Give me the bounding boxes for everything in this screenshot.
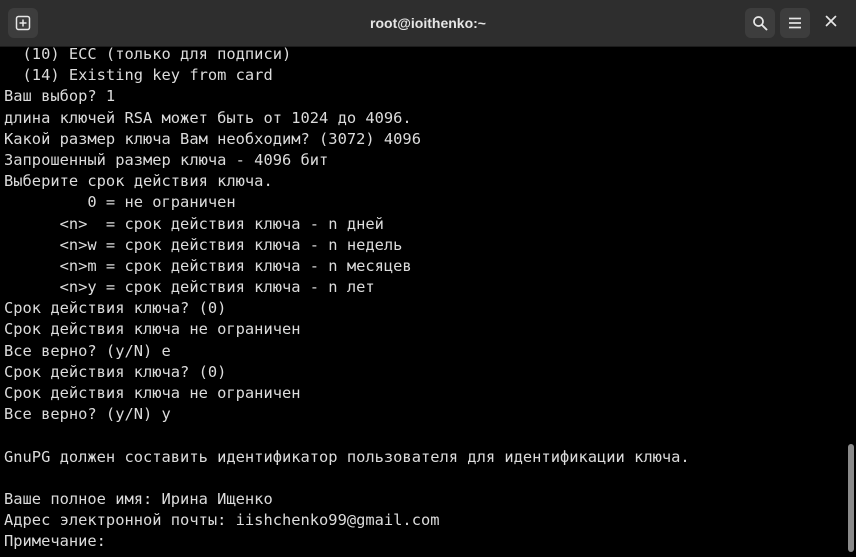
terminal-line: GnuPG должен составить идентификатор пол… xyxy=(4,447,690,466)
terminal-window: root@ioithenko:~ (10) ECC (только для по… xyxy=(0,0,856,557)
close-button[interactable] xyxy=(820,12,842,34)
terminal-line: Срок действия ключа не ограничен xyxy=(4,384,301,402)
terminal-output[interactable]: (10) ECC (только для подписи) (14) Exist… xyxy=(4,44,840,557)
terminal-line: (14) Existing key from card xyxy=(4,66,273,85)
terminal-line: Срок действия ключа? (0) xyxy=(4,362,227,381)
terminal-line: Ваше полное имя: Ирина Ищенко xyxy=(4,489,273,508)
terminal-line: Выберите срок действия ключа. xyxy=(4,172,273,191)
window-title: root@ioithenko:~ xyxy=(370,15,486,31)
scrollbar[interactable] xyxy=(846,46,856,557)
menu-button[interactable] xyxy=(780,8,810,38)
terminal-line: Запрошенный размер ключа - 4096 бит xyxy=(4,150,329,169)
terminal-line: 0 = не ограничен xyxy=(4,193,236,212)
terminal-line: Какой размер ключа Вам необходим? (3072)… xyxy=(4,129,421,148)
terminal-line: длина ключей RSA может быть от 1024 до 4… xyxy=(4,108,412,127)
terminal-line: Срок действия ключа не ограничен xyxy=(4,320,301,339)
terminal-line: <n>w = срок действия ключа - n недель xyxy=(4,235,403,254)
terminal-line: (10) ECC (только для подписи) xyxy=(4,45,292,63)
search-button[interactable] xyxy=(745,8,775,38)
terminal-line: Адрес электронной почты: iishchenko99@gm… xyxy=(4,511,440,530)
title-bar[interactable]: root@ioithenko:~ xyxy=(0,0,856,47)
close-icon xyxy=(825,14,837,32)
search-icon xyxy=(752,15,768,31)
terminal-line: <n> = срок действия ключа - n дней xyxy=(4,214,384,233)
terminal-line: Все верно? (y/N) e xyxy=(4,341,171,360)
terminal-prompt-line[interactable]: Примечание: xyxy=(4,531,840,552)
scrollbar-thumb[interactable] xyxy=(848,444,854,552)
terminal-line: Срок действия ключа? (0) xyxy=(4,299,227,318)
hamburger-menu-icon xyxy=(787,15,803,31)
terminal-line: <n>m = срок действия ключа - n месяцев xyxy=(4,256,412,275)
terminal-line: Ваш выбор? 1 xyxy=(4,87,116,106)
terminal-line: Все верно? (y/N) y xyxy=(4,405,171,424)
terminal-line: <n>y = срок действия ключа - n лет xyxy=(4,278,375,297)
